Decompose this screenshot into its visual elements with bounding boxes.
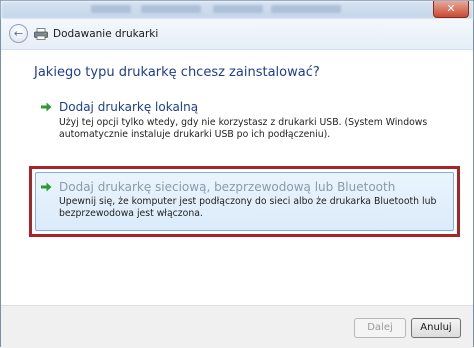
option-description: Użyj tej opcji tylko wtedy, gdy nie korz…: [59, 117, 428, 140]
wizard-title: Dodawanie drukarki: [53, 28, 159, 40]
green-arrow-icon: [41, 102, 52, 112]
close-icon: ✕: [446, 2, 456, 15]
next-button[interactable]: Dalej: [354, 318, 406, 338]
green-arrow-icon: [41, 182, 52, 192]
cancel-button[interactable]: Anuluj: [411, 318, 461, 338]
option-title: Dodaj drukarkę sieciową, bezprzewodową l…: [59, 180, 396, 194]
close-button[interactable]: ✕: [433, 1, 469, 18]
page-heading: Jakiego typu drukarkę chcesz zainstalowa…: [34, 65, 320, 80]
back-button[interactable]: ←: [9, 24, 28, 43]
title-bar: [1, 1, 473, 19]
option-title: Dodaj drukarkę lokalną: [59, 100, 199, 114]
option-add-local-printer[interactable]: Dodaj drukarkę lokalną Użyj tej opcji ty…: [31, 96, 441, 150]
wizard-footer: Dalej Anuluj: [1, 305, 473, 348]
printer-icon: [34, 28, 48, 40]
option-add-network-printer[interactable]: Dodaj drukarkę sieciową, bezprzewodową l…: [35, 172, 454, 231]
option-description: Upewnij się, że komputer jest podłączony…: [59, 196, 437, 219]
navigation-bar: ← Dodawanie drukarki: [1, 19, 473, 50]
add-printer-window: ✕ ← Dodawanie drukarki Jakiego typu druk…: [0, 0, 474, 348]
back-arrow-icon: ←: [13, 27, 24, 40]
